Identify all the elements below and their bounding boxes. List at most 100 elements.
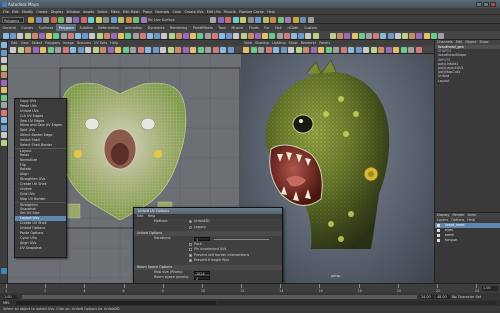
- shelf-tool-icon[interactable]: [233, 32, 240, 39]
- viewport-tool-icon[interactable]: [348, 47, 354, 53]
- shelf-tool-icon[interactable]: [366, 32, 372, 39]
- layer-menu-item[interactable]: Options: [451, 218, 464, 222]
- uv-menu-item[interactable]: Help: [110, 41, 118, 45]
- uv-tool-icon[interactable]: [25, 47, 31, 53]
- uv-tool-icon[interactable]: [40, 47, 46, 53]
- status-tool-icon[interactable]: [140, 16, 147, 23]
- status-tool-icon[interactable]: [110, 16, 117, 23]
- layer-menu-item[interactable]: Help: [467, 218, 475, 222]
- shelf-tool-icon[interactable]: [17, 32, 24, 39]
- uv-tool-icon[interactable]: [227, 47, 234, 53]
- current-frame-field[interactable]: 1.00: [482, 286, 498, 291]
- map-size-field[interactable]: 1024: [194, 270, 210, 276]
- viewport-tool-icon[interactable]: [325, 47, 332, 53]
- menu-item[interactable]: Create UVs: [185, 10, 204, 14]
- menu-item[interactable]: Edit: [12, 10, 19, 14]
- viewport-tool-icon[interactable]: [250, 47, 257, 53]
- status-tool-icon[interactable]: [247, 16, 254, 23]
- menu-item[interactable]: Window: [66, 10, 79, 14]
- viewport-tool-icon[interactable]: [385, 47, 392, 53]
- viewport-tool-icon[interactable]: [288, 47, 294, 53]
- shelf-tool-icon[interactable]: [358, 32, 365, 39]
- layer-menu-item[interactable]: Layers: [437, 218, 448, 222]
- shelf-tool-icon[interactable]: [351, 32, 358, 39]
- shelf-tool-icon[interactable]: [10, 32, 17, 39]
- shelf-tool-icon[interactable]: [387, 32, 394, 39]
- uv-tool-icon[interactable]: [77, 47, 84, 53]
- shelf-tool-icon[interactable]: [31, 32, 38, 39]
- menu-item[interactable]: Assets: [83, 10, 94, 14]
- viewport-tool-icon[interactable]: [243, 47, 249, 53]
- dialog-menu-item[interactable]: Help: [148, 214, 156, 218]
- range-end2-field[interactable]: 48.00: [436, 294, 450, 299]
- menu-item[interactable]: Edit UVs: [207, 10, 221, 14]
- viewport-menu-item[interactable]: Shading: [255, 41, 269, 45]
- character-set-label[interactable]: No Character Set: [452, 295, 481, 299]
- status-tool-icon[interactable]: [133, 16, 139, 23]
- uv-menu-item[interactable]: Polygons: [45, 41, 60, 45]
- shelf-tool-icon[interactable]: [161, 32, 168, 39]
- shelf-tool-icon[interactable]: [380, 32, 387, 39]
- toolbox-tool-icon[interactable]: [1, 139, 7, 146]
- shelf-tool-icon[interactable]: [46, 32, 53, 39]
- shelf-tool-icon[interactable]: [430, 32, 437, 39]
- menu-item[interactable]: Modify: [22, 10, 33, 14]
- status-tool-icon[interactable]: [255, 16, 261, 23]
- shelf-tool-icon[interactable]: [240, 32, 247, 39]
- shelf-tool-icon[interactable]: [276, 32, 283, 39]
- visibility-icon[interactable]: [437, 239, 440, 242]
- shelf-tool-icon[interactable]: [82, 32, 89, 39]
- uv-tool-icon[interactable]: [32, 47, 39, 53]
- range-end-field[interactable]: 24.00: [420, 294, 434, 299]
- shelf-tab-surfaces[interactable]: Surfaces: [36, 24, 56, 31]
- shelf-tool-icon[interactable]: [219, 32, 225, 39]
- toolbox-tool-icon[interactable]: [1, 94, 7, 101]
- uv-tool-icon[interactable]: [175, 47, 181, 53]
- toolbox-tool-icon[interactable]: [1, 72, 7, 78]
- pack-checkbox[interactable]: [189, 242, 192, 246]
- shelf-tool-icon[interactable]: [168, 32, 175, 39]
- shelf-tab-subdivs[interactable]: Subdivs: [76, 24, 96, 31]
- layer-tab[interactable]: Anim: [468, 213, 477, 217]
- shelf-tool-icon[interactable]: [312, 32, 319, 39]
- uv-tool-icon[interactable]: [62, 47, 69, 53]
- shelf-tool-icon[interactable]: [197, 32, 204, 39]
- shelf-tool-icon[interactable]: [247, 32, 254, 39]
- menu-item[interactable]: Pipeline Cache: [239, 10, 264, 14]
- viewport-tool-icon[interactable]: [295, 47, 302, 53]
- uv-tool-icon[interactable]: [205, 47, 211, 53]
- shelf-tool-icon[interactable]: [423, 32, 430, 39]
- status-tool-icon[interactable]: [240, 16, 246, 23]
- uv-tool-icon[interactable]: [55, 47, 61, 53]
- viewport-menu-item[interactable]: Panels: [319, 41, 330, 45]
- toolbox-tool-icon[interactable]: [1, 132, 7, 138]
- status-tool-icon[interactable]: [232, 16, 239, 23]
- shelf-tool-icon[interactable]: [226, 32, 233, 39]
- viewport-tool-icon[interactable]: [318, 47, 324, 53]
- status-tool-icon[interactable]: [58, 16, 64, 23]
- shelf-tab-dynamics[interactable]: Dynamics: [145, 24, 167, 31]
- status-tool-icon[interactable]: [65, 16, 72, 23]
- uv-tool-icon[interactable]: [212, 47, 219, 53]
- shelf-tab-deformation[interactable]: Deformation: [95, 24, 122, 31]
- shelf-tab-polygons[interactable]: Polygons: [56, 24, 77, 31]
- menu-item[interactable]: Color: [172, 10, 181, 14]
- toolbox-tool-icon[interactable]: [1, 49, 7, 56]
- menu-item[interactable]: File: [3, 10, 9, 14]
- dialog-menu-item[interactable]: Edit: [137, 214, 144, 218]
- shelf-tool-icon[interactable]: [103, 32, 110, 39]
- status-tool-icon[interactable]: [285, 16, 291, 23]
- toolbox-tool-icon[interactable]: [1, 109, 7, 116]
- viewport-tool-icon[interactable]: [370, 47, 377, 53]
- visibility-icon[interactable]: [437, 229, 440, 232]
- viewport-menu-item[interactable]: View: [244, 41, 252, 45]
- shelf-tool-icon[interactable]: [147, 32, 153, 39]
- shelf-tool-icon[interactable]: [373, 32, 380, 39]
- viewport-tool-icon[interactable]: [265, 47, 272, 53]
- toolbox-tool-icon[interactable]: [1, 79, 7, 86]
- shelf-tool-icon[interactable]: [204, 32, 211, 39]
- uv-tool-icon[interactable]: [182, 47, 189, 53]
- status-tool-icon[interactable]: [307, 16, 314, 23]
- toolbox-tool-icon[interactable]: [1, 124, 7, 131]
- status-tool-icon[interactable]: [118, 16, 124, 23]
